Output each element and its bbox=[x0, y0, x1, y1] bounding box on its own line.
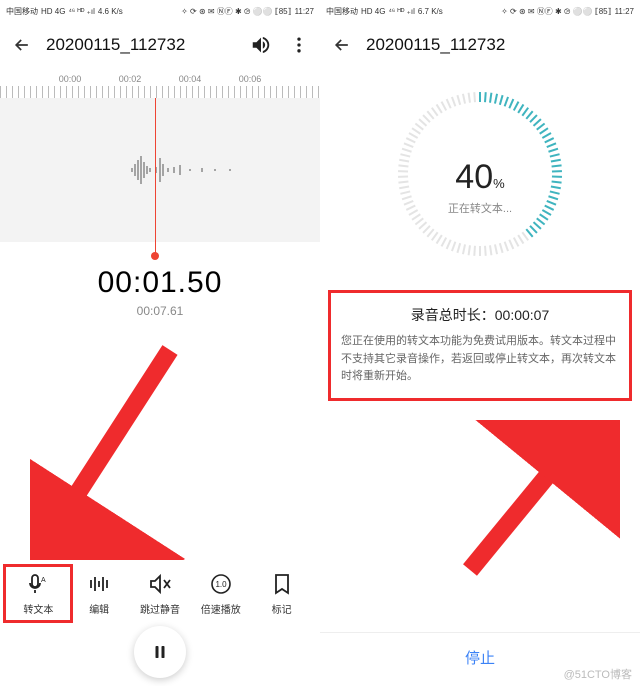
info-card: 录音总时长：00:00:07 您正在使用的转文本功能为免费试用版本。转文本过程中… bbox=[328, 290, 632, 401]
tick-label: 00:04 bbox=[179, 74, 202, 84]
tool-label: 编辑 bbox=[89, 601, 109, 616]
clock-label: 11:27 bbox=[295, 7, 314, 16]
status-bar: 中国移动 HD 4G ⁴⁶ ᴴᴰ ₊ıl 6.7 K/s ✧ ⟳ ⊛ ✉ ⓃⒻ … bbox=[320, 0, 640, 22]
network-label: HD 4G bbox=[361, 7, 385, 16]
header: 20200115_112732 bbox=[320, 22, 640, 68]
clock-label: 11:27 bbox=[615, 7, 634, 16]
wave-graphic bbox=[130, 150, 250, 190]
signal-icon: ⁴⁶ ᴴᴰ ₊ıl bbox=[68, 7, 94, 16]
back-button[interactable] bbox=[330, 33, 354, 57]
status-bar: 中国移动 HD 4G ⁴⁶ ᴴᴰ ₊ıl 4.6 K/s ✧ ⟳ ⊛ ✉ ⓃⒻ … bbox=[0, 0, 320, 22]
waveform[interactable] bbox=[0, 98, 320, 242]
tool-label: 标记 bbox=[272, 601, 292, 616]
screen-player: 中国移动 HD 4G ⁴⁶ ᴴᴰ ₊ıl 4.6 K/s ✧ ⟳ ⊛ ✉ ⓃⒻ … bbox=[0, 0, 320, 686]
speed-label: 6.7 K/s bbox=[418, 7, 443, 16]
back-button[interactable] bbox=[10, 33, 34, 57]
more-icon[interactable] bbox=[288, 34, 310, 56]
skip-silence-icon bbox=[147, 571, 173, 597]
transcribe-icon: A bbox=[25, 571, 51, 597]
watermark: @51CTO博客 bbox=[564, 666, 632, 682]
ruler bbox=[0, 86, 320, 98]
tool-label: 跳过静音 bbox=[140, 601, 180, 616]
progress-label: 正在转文本... bbox=[390, 200, 570, 216]
tool-label: 倍速播放 bbox=[201, 601, 241, 616]
tool-skip-silence[interactable]: 跳过静音 bbox=[132, 571, 188, 616]
svg-text:A: A bbox=[41, 577, 46, 584]
page-title: 20200115_112732 bbox=[46, 35, 250, 55]
tick-label: 00:00 bbox=[59, 74, 82, 84]
toolbar: A 转文本 编辑 跳过静音 1.0 倍速播放 标记 bbox=[0, 571, 320, 616]
network-label: HD 4G bbox=[41, 7, 65, 16]
status-icons: ✧ ⟳ ⊛ ✉ ⓃⒻ ✱ ⧁ ⚪⚪ ⟦85⟧ bbox=[181, 6, 291, 17]
carrier-label: 中国移动 bbox=[326, 6, 358, 17]
pause-button[interactable] bbox=[134, 626, 186, 678]
speed-icon: 1.0 bbox=[208, 571, 234, 597]
status-icons: ✧ ⟳ ⊛ ✉ ⓃⒻ ✱ ⧁ ⚪⚪ ⟦85⟧ bbox=[501, 6, 611, 17]
tick-label: 00:06 bbox=[239, 74, 262, 84]
annotation-arrow bbox=[30, 340, 200, 560]
info-title: 录音总时长：00:00:07 bbox=[341, 305, 619, 325]
progress-percent: 40% bbox=[390, 158, 570, 197]
tool-edit[interactable]: 编辑 bbox=[71, 571, 127, 616]
info-body: 您正在使用的转文本功能为免费试用版本。转文本过程中不支持其它录音操作，若返回或停… bbox=[341, 333, 619, 386]
tool-transcribe[interactable]: A 转文本 bbox=[10, 571, 66, 616]
annotation-arrow bbox=[450, 420, 620, 590]
current-time: 00:01.50 bbox=[0, 266, 320, 300]
page-title: 20200115_112732 bbox=[366, 35, 630, 55]
tool-label: 转文本 bbox=[23, 601, 53, 616]
playhead[interactable] bbox=[155, 98, 156, 254]
tick-label: 00:02 bbox=[119, 74, 142, 84]
speed-label: 4.6 K/s bbox=[98, 7, 123, 16]
progress-ring: 40% 正在转文本... bbox=[390, 84, 570, 264]
total-time: 00:07.61 bbox=[0, 304, 320, 318]
carrier-label: 中国移动 bbox=[6, 6, 38, 17]
stop-button[interactable]: 停止 bbox=[320, 632, 640, 668]
speaker-icon[interactable] bbox=[250, 34, 272, 56]
timeline[interactable]: 00:00 00:02 00:04 00:06 bbox=[0, 74, 320, 242]
bookmark-icon bbox=[269, 571, 295, 597]
tool-bookmark[interactable]: 标记 bbox=[254, 571, 310, 616]
signal-icon: ⁴⁶ ᴴᴰ ₊ıl bbox=[388, 7, 414, 16]
screen-transcribe: 中国移动 HD 4G ⁴⁶ ᴴᴰ ₊ıl 6.7 K/s ✧ ⟳ ⊛ ✉ ⓃⒻ … bbox=[320, 0, 640, 686]
edit-icon bbox=[86, 571, 112, 597]
tool-speed[interactable]: 1.0 倍速播放 bbox=[193, 571, 249, 616]
svg-text:1.0: 1.0 bbox=[215, 580, 227, 589]
header: 20200115_112732 bbox=[0, 22, 320, 68]
